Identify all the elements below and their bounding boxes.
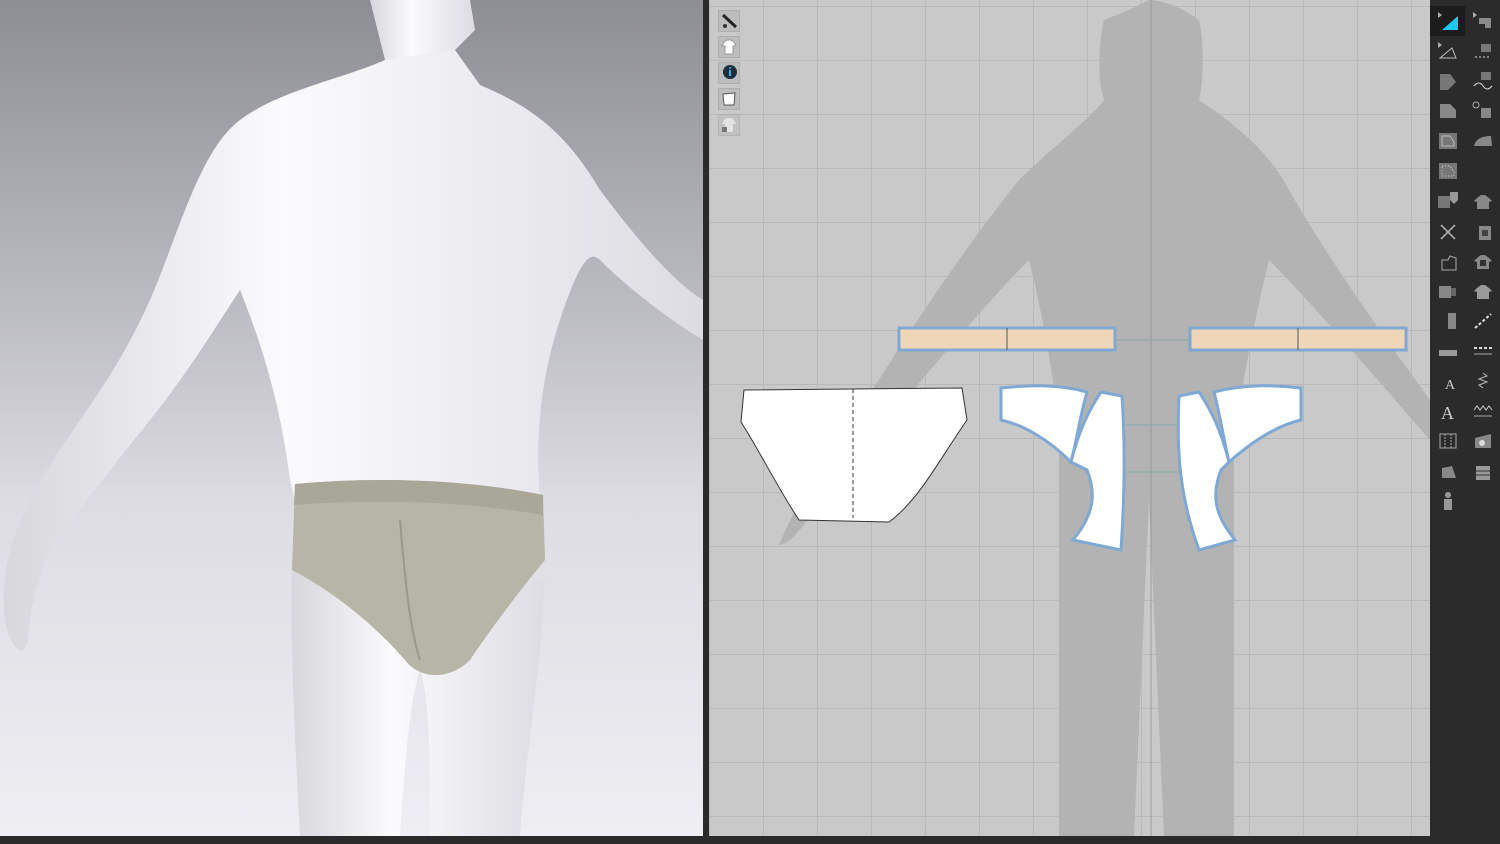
check-sewing-icon	[1472, 101, 1491, 118]
segment-sewing-line-icon	[1447, 313, 1456, 329]
segment-sewing-tool[interactable]	[1465, 36, 1500, 66]
notch-icon	[1441, 255, 1456, 271]
edit-pattern-tool[interactable]	[1430, 36, 1465, 66]
edit-sewing-tool[interactable]	[1465, 6, 1500, 36]
status-bar	[0, 836, 1500, 844]
pattern-arrange-tool[interactable]	[1430, 456, 1465, 486]
dart-tool[interactable]	[1430, 186, 1465, 216]
fabric-tool[interactable]	[1465, 276, 1500, 306]
show-avatar-toggle[interactable]	[718, 10, 740, 32]
avatar-3d	[3, 0, 703, 836]
text-select-icon: A	[1445, 378, 1456, 392]
puckering-tool[interactable]	[1430, 276, 1465, 306]
back-panel	[740, 387, 968, 523]
text-icon: A	[1441, 403, 1454, 422]
add-graphic-icon	[1474, 434, 1491, 448]
waistband-right	[1188, 326, 1408, 352]
trace-icon	[1438, 163, 1457, 179]
3d-viewport[interactable]	[0, 0, 703, 836]
select-garment-tool[interactable]	[1465, 186, 1500, 216]
tape-icon	[1438, 350, 1457, 356]
zigzag-stitch-icon	[1473, 405, 1492, 417]
show-garment-toggle[interactable]	[718, 36, 740, 58]
empty-slot	[1465, 156, 1500, 186]
edit-texture-icon	[1478, 226, 1491, 240]
edit-topstitch-tool[interactable]	[1465, 336, 1500, 366]
edit-pattern-icon	[1437, 42, 1457, 59]
topstitch-icon	[1473, 313, 1492, 329]
fold-icon	[1439, 224, 1456, 240]
rectangle-tool[interactable]	[1430, 96, 1465, 126]
text-select-tool[interactable]: A	[1430, 366, 1465, 396]
2d-view-toolbox	[718, 10, 740, 136]
check-sewing-tool[interactable]	[1465, 96, 1500, 126]
rectangle-icon	[1439, 104, 1456, 118]
right-toolbar: A A	[1430, 0, 1500, 836]
topstitch-tool[interactable]	[1465, 306, 1500, 336]
elastic-tool[interactable]	[1465, 366, 1500, 396]
pattern-arrange-icon	[1441, 466, 1456, 478]
show-garment-icon	[721, 39, 737, 55]
waistband-left	[897, 326, 1117, 352]
polygon-tool[interactable]	[1430, 66, 1465, 96]
grid-tool[interactable]	[1430, 426, 1465, 456]
edit-topstitch-icon	[1473, 347, 1492, 355]
free-sewing-tool[interactable]	[1465, 66, 1500, 96]
2d-pattern-window[interactable]	[709, 0, 1430, 836]
elastic-icon	[1477, 372, 1488, 389]
trace-tool[interactable]	[1430, 156, 1465, 186]
fold-tool[interactable]	[1430, 216, 1465, 246]
add-graphic-tool[interactable]	[1465, 426, 1500, 456]
lock-garment-icon	[722, 118, 736, 132]
show-info-icon	[723, 65, 737, 79]
graphic-tool[interactable]	[1465, 246, 1500, 276]
free-sewing-icon	[1473, 72, 1492, 90]
transform-pattern-tool[interactable]	[1430, 6, 1465, 36]
segment-tool[interactable]	[1430, 306, 1465, 336]
graphic-icon	[1473, 255, 1492, 269]
lock-garment-toggle[interactable]	[718, 114, 740, 136]
select-garment-icon	[1473, 195, 1492, 209]
front-right-panel	[1176, 384, 1303, 552]
show-info-toggle[interactable]	[718, 62, 740, 84]
puckering-icon	[1438, 286, 1456, 298]
show-pattern-toggle[interactable]	[718, 88, 740, 110]
transform-pattern-icon	[1437, 12, 1458, 30]
grid-icon	[1439, 433, 1456, 449]
fabric-icon	[1473, 285, 1492, 299]
button-icon	[1475, 466, 1490, 480]
pattern-canvas	[740, 0, 1430, 836]
polygon-icon	[1439, 74, 1456, 90]
avatar-tool[interactable]	[1430, 486, 1465, 516]
edit-texture-tool[interactable]	[1465, 216, 1500, 246]
edit-sewing-icon	[1472, 12, 1491, 28]
text-tool[interactable]: A	[1430, 396, 1465, 426]
avatar-icon	[1443, 492, 1452, 510]
internal-polygon-icon	[1438, 133, 1457, 149]
zigzag-stitch-tool[interactable]	[1465, 396, 1500, 426]
tape-tool[interactable]	[1430, 336, 1465, 366]
steam-iron-tool[interactable]	[1465, 126, 1500, 156]
internal-polygon-tool[interactable]	[1430, 126, 1465, 156]
show-pattern-icon	[722, 92, 736, 106]
svg-text:A: A	[1441, 403, 1454, 422]
svg-text:A: A	[1445, 378, 1456, 392]
notch-tool[interactable]	[1430, 246, 1465, 276]
show-avatar-icon	[721, 13, 738, 29]
segment-sewing-icon	[1474, 44, 1491, 58]
steam-iron-icon	[1473, 136, 1492, 146]
dart-icon	[1437, 192, 1458, 208]
button-tool[interactable]	[1465, 456, 1500, 486]
